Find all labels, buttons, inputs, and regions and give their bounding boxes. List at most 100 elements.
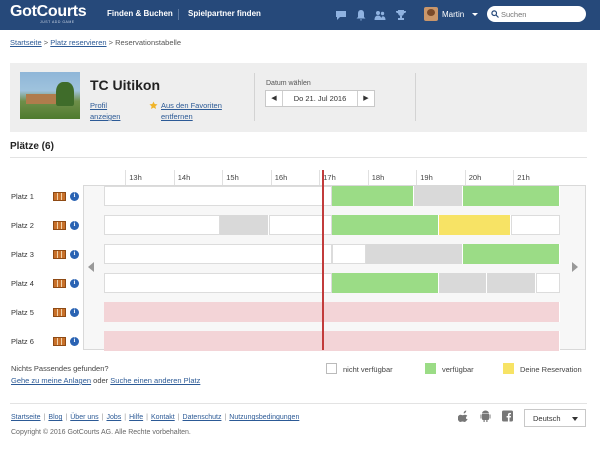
footer-link[interactable]: Datenschutz xyxy=(183,414,222,421)
slot-green[interactable] xyxy=(462,186,560,206)
slot-red xyxy=(104,331,560,351)
hour-label: 21h xyxy=(517,173,530,182)
hour-label: 19h xyxy=(420,173,433,182)
court-timeline-row xyxy=(104,215,564,235)
other-court-link[interactable]: Suche einen anderen Platz xyxy=(110,376,200,385)
info-icon[interactable]: i xyxy=(70,250,79,259)
android-icon[interactable] xyxy=(480,410,491,422)
slot-white xyxy=(104,244,332,264)
breadcrumb-separator: > xyxy=(43,38,49,47)
slot-green[interactable] xyxy=(462,244,560,264)
nav-find-partner[interactable]: Spielpartner finden xyxy=(188,9,261,18)
user-menu-name[interactable]: Martin xyxy=(442,10,464,19)
hour-tick xyxy=(125,170,127,186)
footer-link[interactable]: Nutzungsbedingungen xyxy=(229,414,299,421)
breadcrumb-current: Reservationstabelle xyxy=(115,38,181,47)
gotcourts-logo[interactable]: GotCourts JUST ADD GAME xyxy=(10,3,87,24)
scroll-left-arrow-icon[interactable] xyxy=(88,262,94,272)
next-day-button[interactable]: ▶ xyxy=(358,91,374,106)
trophy-icon[interactable] xyxy=(395,9,407,21)
slot-white xyxy=(104,273,332,293)
panel-divider xyxy=(415,73,416,121)
court-label: Platz 5 xyxy=(11,308,34,317)
logo-tagline: JUST ADD GAME xyxy=(40,20,75,24)
breadcrumb: Startseite > Platz reservieren > Reserva… xyxy=(10,38,181,47)
hour-tick xyxy=(222,170,224,186)
search-box xyxy=(487,6,586,22)
search-input[interactable] xyxy=(501,8,581,20)
nav-find-and-book[interactable]: Finden & Buchen xyxy=(107,9,173,18)
bell-icon[interactable] xyxy=(355,9,367,21)
slot-green[interactable] xyxy=(331,215,439,235)
alternative-links: Gehe zu meine Anlagen oder Suche einen a… xyxy=(11,376,200,385)
language-value: Deutsch xyxy=(533,414,561,423)
footer-separator: | xyxy=(146,414,148,421)
court-surface-icon xyxy=(53,192,66,201)
info-icon[interactable]: i xyxy=(70,221,79,230)
hour-label: 13h xyxy=(129,173,142,182)
remove-favorite-link[interactable]: Aus den Favoriten entfernen xyxy=(161,100,237,122)
footer-separator: | xyxy=(124,414,127,421)
legend-swatch-reservation xyxy=(503,363,514,374)
info-icon[interactable]: i xyxy=(70,192,79,201)
slot-green[interactable] xyxy=(331,186,415,206)
hour-tick xyxy=(513,170,515,186)
date-value[interactable]: Do 21. Jul 2016 xyxy=(282,91,358,106)
legend-available: verfügbar xyxy=(442,365,474,374)
hour-label: 20h xyxy=(468,173,482,182)
footer-link[interactable]: Hilfe xyxy=(129,414,143,421)
avatar[interactable] xyxy=(424,7,438,21)
court-label: Platz 3 xyxy=(11,250,34,259)
court-surface-icon xyxy=(53,250,66,259)
court-timeline-row xyxy=(104,244,564,264)
my-facilities-link[interactable]: Gehe zu meine Anlagen xyxy=(11,376,91,385)
facebook-icon[interactable] xyxy=(502,410,513,422)
hour-label: 16h xyxy=(274,173,288,182)
slot-white xyxy=(104,186,332,206)
court-timeline-row xyxy=(104,302,564,322)
footer-link[interactable]: Startseite xyxy=(11,414,41,421)
divider xyxy=(10,403,587,404)
hour-label: 15h xyxy=(226,173,239,182)
breadcrumb-reserve[interactable]: Platz reservieren xyxy=(50,38,106,47)
court-label: Platz 4 xyxy=(11,279,34,288)
slot-grey xyxy=(414,186,463,206)
previous-day-button[interactable]: ◀ xyxy=(266,91,282,106)
club-name: TC Uitikon xyxy=(90,77,160,93)
breadcrumb-home[interactable]: Startseite xyxy=(10,38,42,47)
hour-tick xyxy=(416,170,418,186)
chevron-down-icon[interactable] xyxy=(472,13,478,16)
chat-icon[interactable] xyxy=(335,9,347,21)
apple-icon[interactable] xyxy=(458,410,469,422)
court-label: Platz 6 xyxy=(11,337,34,346)
court-surface-icon xyxy=(53,308,66,317)
court-timeline-row xyxy=(104,186,564,206)
search-icon[interactable] xyxy=(491,10,499,18)
footer-link[interactable]: Kontakt xyxy=(151,414,175,421)
star-icon[interactable] xyxy=(149,101,158,110)
footer-link[interactable]: Blog xyxy=(48,414,62,421)
court-surface-icon xyxy=(53,221,66,230)
court-timeline-row xyxy=(104,273,564,293)
users-icon[interactable] xyxy=(374,9,386,21)
reservation-grid xyxy=(83,185,586,350)
info-icon[interactable]: i xyxy=(70,308,79,317)
or-text: oder xyxy=(93,376,109,385)
court-surface-icon xyxy=(53,337,66,346)
slot-grey xyxy=(220,215,269,235)
slot-green[interactable] xyxy=(331,273,439,293)
footer-link[interactable]: Über uns xyxy=(70,414,98,421)
date-picker: ◀ Do 21. Jul 2016 ▶ xyxy=(265,90,375,107)
footer-separator: | xyxy=(43,414,46,421)
chevron-down-icon xyxy=(572,417,578,421)
info-icon[interactable]: i xyxy=(70,337,79,346)
hour-label: 17h xyxy=(323,173,336,182)
scroll-right-arrow-icon[interactable] xyxy=(572,262,578,272)
footer-link[interactable]: Jobs xyxy=(106,414,121,421)
info-icon[interactable]: i xyxy=(70,279,79,288)
court-label: Platz 1 xyxy=(11,192,34,201)
logo-text: GotCourts xyxy=(10,3,87,20)
language-select[interactable]: Deutsch xyxy=(524,409,586,427)
current-time-line xyxy=(322,170,324,350)
profile-link[interactable]: Profil anzeigen xyxy=(90,100,128,122)
